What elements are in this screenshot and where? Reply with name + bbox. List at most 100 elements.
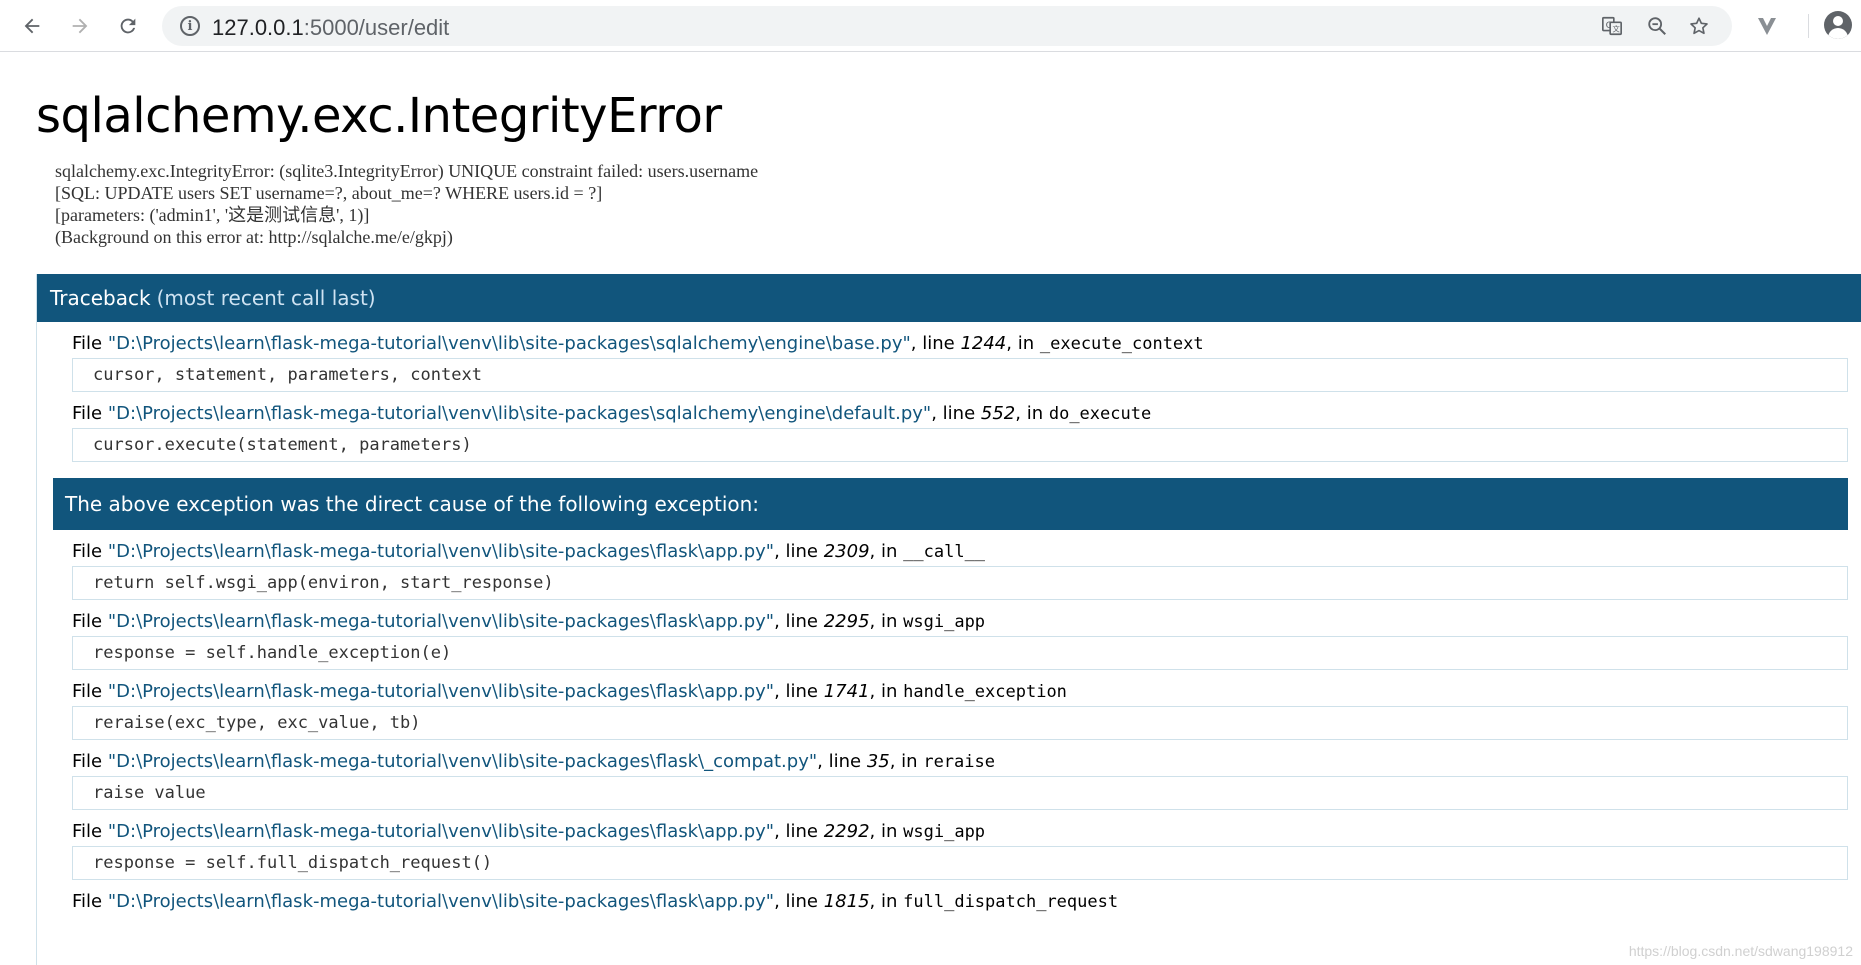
zoom-out-svg [1648, 17, 1666, 35]
in-word: in [881, 821, 898, 842]
frame-code[interactable]: raise value [72, 776, 1848, 810]
watermark: https://blog.csdn.net/sdwang198912 [1628, 943, 1853, 959]
frame-code[interactable]: reraise(exc_type, exc_value, tb) [72, 706, 1848, 740]
forward-arrow-svg [72, 18, 88, 34]
traceback-frame: File "D:\Projects\learn\flask-mega-tutor… [72, 530, 1848, 600]
frame-code[interactable]: cursor, statement, parameters, context [72, 358, 1848, 392]
frame-line-number: 1244 [960, 333, 1007, 354]
star-icon[interactable] [1685, 12, 1713, 40]
traceback-frame: File "D:\Projects\learn\flask-mega-tutor… [72, 880, 1848, 916]
traceback-frame: File "D:\Projects\learn\flask-mega-tutor… [72, 322, 1848, 392]
zoom-out-icon[interactable] [1643, 12, 1671, 40]
info-icon[interactable]: i [180, 16, 200, 36]
frame-location[interactable]: File "D:\Projects\learn\flask-mega-tutor… [72, 880, 1848, 916]
frame-filename[interactable]: "D:\Projects\learn\flask-mega-tutorial\v… [108, 611, 774, 632]
reload-icon[interactable] [110, 8, 146, 44]
in-word: in [901, 751, 918, 772]
error-message: sqlalchemy.exc.IntegrityError: (sqlite3.… [55, 161, 759, 247]
reload-svg [120, 18, 136, 34]
frame-function: full_dispatch_request [903, 892, 1119, 912]
traceback-frame: File "D:\Projects\learn\flask-mega-tutor… [72, 670, 1848, 740]
frame-filename[interactable]: "D:\Projects\learn\flask-mega-tutorial\v… [108, 821, 774, 842]
line-word: line [785, 681, 818, 702]
frame-line-number: 1815 [823, 891, 870, 912]
frame-code[interactable]: response = self.handle_exception(e) [72, 636, 1848, 670]
page-content: sqlalchemy.exc.IntegrityError sqlalchemy… [0, 52, 1861, 965]
file-word: File [72, 333, 103, 354]
frame-function: do_execute [1048, 404, 1152, 424]
frame-code[interactable]: cursor.execute(statement, parameters) [72, 428, 1848, 462]
frame-function: _execute_context [1039, 334, 1204, 354]
line-word: line [785, 611, 818, 632]
in-word: in [881, 611, 898, 632]
frame-location[interactable]: File "D:\Projects\learn\flask-mega-tutor… [72, 810, 1848, 846]
frame-location[interactable]: File "D:\Projects\learn\flask-mega-tutor… [72, 530, 1848, 566]
frame-filename[interactable]: "D:\Projects\learn\flask-mega-tutorial\v… [108, 541, 774, 562]
file-word: File [72, 821, 103, 842]
exception-cause-banner: The above exception was the direct cause… [53, 478, 1848, 530]
traceback-header: Traceback (most recent call last) [37, 274, 1861, 322]
frame-location[interactable]: File "D:\Projects\learn\flask-mega-tutor… [72, 322, 1848, 358]
file-word: File [72, 891, 103, 912]
line-word: line [785, 821, 818, 842]
traceback-frame: File "D:\Projects\learn\flask-mega-tutor… [72, 392, 1848, 462]
forward-arrow-icon[interactable] [62, 8, 98, 44]
frame-line-number: 1741 [823, 681, 870, 702]
star-svg [1690, 17, 1708, 35]
file-word: File [72, 751, 103, 772]
frame-function: __call__ [903, 542, 986, 562]
in-word: in [881, 541, 898, 562]
in-word: in [881, 891, 898, 912]
frame-filename[interactable]: "D:\Projects\learn\flask-mega-tutorial\v… [108, 891, 774, 912]
traceback-frame: File "D:\Projects\learn\flask-mega-tutor… [72, 740, 1848, 810]
file-word: File [72, 403, 103, 424]
file-word: File [72, 541, 103, 562]
traceback-title: Traceback [50, 286, 151, 310]
frame-line-number: 35 [866, 751, 890, 772]
frame-location[interactable]: File "D:\Projects\learn\flask-mega-tutor… [72, 670, 1848, 706]
address-bar[interactable]: i 127.0.0.1:5000/user/edit G 文 [162, 6, 1732, 46]
file-word: File [72, 681, 103, 702]
in-word: in [1017, 333, 1035, 354]
extension-icon[interactable] [1752, 11, 1782, 41]
frame-location[interactable]: File "D:\Projects\learn\flask-mega-tutor… [72, 600, 1848, 636]
frame-filename[interactable]: "D:\Projects\learn\flask-mega-tutorial\v… [108, 681, 774, 702]
file-word: File [72, 611, 103, 632]
frame-code[interactable]: return self.wsgi_app(environ, start_resp… [72, 566, 1848, 600]
frame-line-number: 2292 [823, 821, 870, 842]
extension-svg [1758, 18, 1776, 35]
frame-line-number: 2295 [823, 611, 870, 632]
line-word: line [828, 751, 862, 772]
frames-after: File "D:\Projects\learn\flask-mega-tutor… [37, 530, 1861, 916]
frame-function: wsgi_app [903, 822, 986, 842]
line-word: line [922, 333, 955, 354]
toolbar-divider [1808, 14, 1809, 38]
frame-filename[interactable]: "D:\Projects\learn\flask-mega-tutorial\v… [108, 751, 817, 772]
frame-filename[interactable]: "D:\Projects\learn\flask-mega-tutorial\v… [108, 403, 931, 424]
line-word: line [785, 891, 818, 912]
error-title: sqlalchemy.exc.IntegrityError [36, 88, 722, 144]
back-arrow-icon[interactable] [14, 8, 50, 44]
frame-filename[interactable]: "D:\Projects\learn\flask-mega-tutorial\v… [108, 333, 911, 354]
traceback: Traceback (most recent call last) File "… [36, 274, 1861, 965]
frame-location[interactable]: File "D:\Projects\learn\flask-mega-tutor… [72, 740, 1848, 776]
url-host: 127.0.0.1 [212, 15, 304, 40]
line-word: line [942, 403, 976, 424]
traceback-frame: File "D:\Projects\learn\flask-mega-tutor… [72, 810, 1848, 880]
traceback-frame: File "D:\Projects\learn\flask-mega-tutor… [72, 600, 1848, 670]
translate-icon[interactable]: G 文 [1598, 12, 1626, 40]
browser-toolbar: i 127.0.0.1:5000/user/edit G 文 [0, 0, 1861, 52]
line-word: line [785, 541, 818, 562]
frame-location[interactable]: File "D:\Projects\learn\flask-mega-tutor… [72, 392, 1848, 428]
in-word: in [881, 681, 898, 702]
frame-line-number: 552 [980, 403, 1016, 424]
url-path: :5000/user/edit [303, 15, 450, 40]
avatar-icon[interactable] [1824, 11, 1852, 39]
frames-before: File "D:\Projects\learn\flask-mega-tutor… [37, 322, 1861, 462]
frame-line-number: 2309 [823, 541, 870, 562]
frame-code[interactable]: response = self.full_dispatch_request() [72, 846, 1848, 880]
url-text[interactable]: 127.0.0.1:5000/user/edit [212, 15, 449, 41]
svg-text:文: 文 [1612, 25, 1620, 34]
traceback-subtitle: (most recent call last) [156, 286, 376, 310]
frame-function: handle_exception [903, 682, 1067, 702]
